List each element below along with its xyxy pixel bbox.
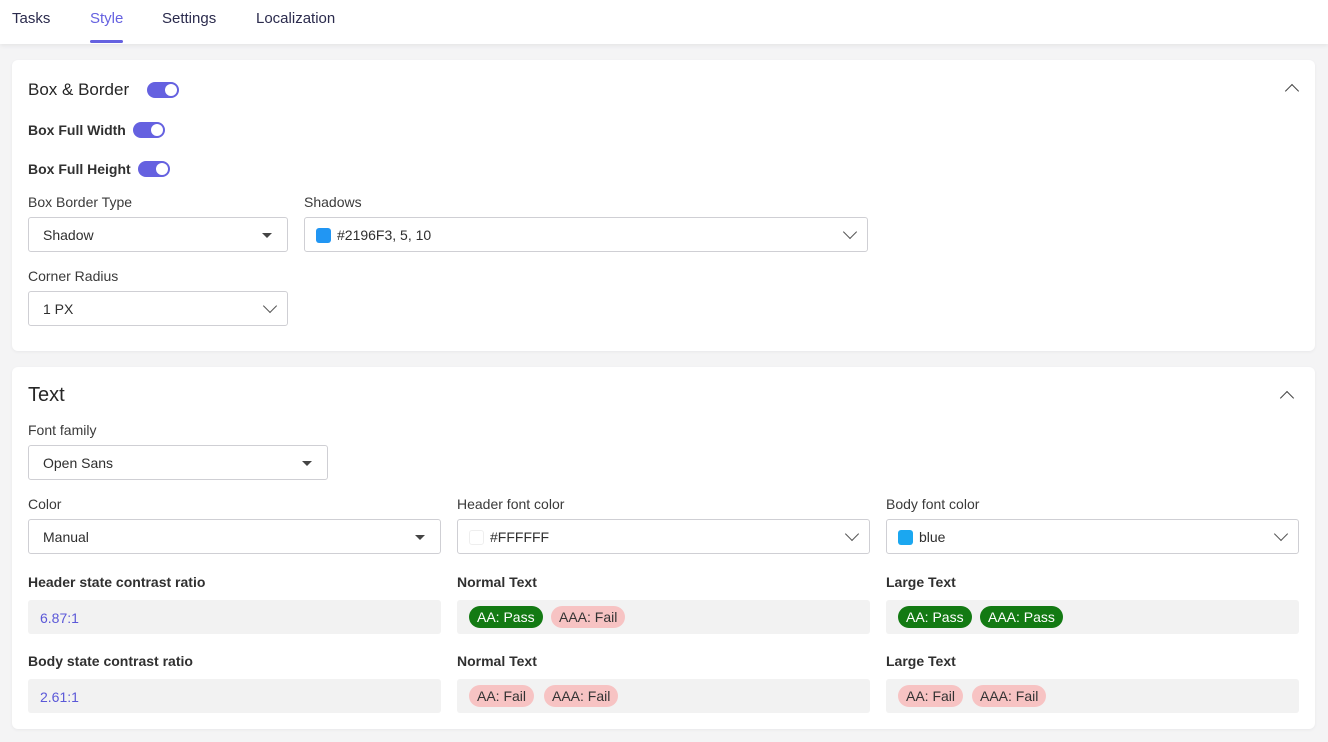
box-border-type-select[interactable]: Shadow: [28, 217, 288, 252]
caret-down-icon: [415, 535, 425, 540]
color-value: Manual: [43, 529, 89, 545]
status-badge: AAA: Fail: [551, 606, 626, 628]
corner-radius-label: Corner Radius: [28, 268, 119, 284]
top-tab-bar: Tasks Style Settings Localization: [0, 0, 1328, 44]
collapse-chevron-icon[interactable]: [1284, 83, 1300, 99]
box-border-type-value: Shadow: [43, 227, 94, 243]
box-full-height-label: Box Full Height: [28, 161, 131, 177]
header-normal-text-results: AA: Pass AAA: Fail: [457, 600, 870, 634]
header-font-color-value: #FFFFFF: [490, 529, 550, 545]
header-font-color-select[interactable]: #FFFFFF: [457, 519, 870, 554]
chevron-down-icon: [1273, 526, 1289, 542]
header-large-text-results: AA: Pass AAA: Pass: [886, 600, 1299, 634]
shadows-label: Shadows: [304, 194, 362, 210]
status-badge: AA: Pass: [469, 606, 543, 628]
header-contrast-value: 6.87:1: [40, 610, 79, 626]
corner-radius-select[interactable]: 1 PX: [28, 291, 288, 326]
box-border-title: Box & Border: [28, 80, 130, 99]
font-family-select[interactable]: Open Sans: [28, 445, 328, 480]
header-font-color-swatch: [469, 530, 484, 545]
color-select[interactable]: Manual: [28, 519, 441, 554]
status-badge: AAA: Pass: [980, 606, 1063, 628]
body-large-text-label: Large Text: [886, 653, 956, 669]
caret-down-icon: [262, 233, 272, 238]
box-full-width-toggle[interactable]: [133, 122, 165, 138]
text-title: Text: [28, 384, 65, 406]
status-badge: AA: Fail: [469, 685, 535, 707]
header-contrast-label: Header state contrast ratio: [28, 574, 206, 590]
tab-localization[interactable]: Localization: [256, 10, 335, 27]
box-border-type-label: Box Border Type: [28, 194, 133, 210]
text-card: Text Font family Open Sans Color Manual …: [12, 367, 1315, 729]
chevron-down-icon: [262, 298, 278, 314]
chevron-down-icon: [844, 526, 860, 542]
font-family-value: Open Sans: [43, 455, 114, 471]
box-full-width-label: Box Full Width: [28, 122, 126, 138]
collapse-chevron-icon[interactable]: [1279, 390, 1295, 406]
shadows-value: #2196F3, 5, 10: [337, 227, 432, 243]
tab-style[interactable]: Style: [90, 10, 123, 27]
shadows-select[interactable]: #2196F3, 5, 10: [304, 217, 868, 252]
status-badge: AA: Fail: [898, 685, 964, 707]
header-contrast-readout: 6.87:1: [28, 600, 441, 634]
status-badge: AAA: Fail: [544, 685, 619, 707]
tab-settings[interactable]: Settings: [162, 10, 216, 27]
box-border-toggle[interactable]: [147, 82, 179, 98]
body-contrast-readout: 2.61:1: [28, 679, 441, 713]
body-contrast-value: 2.61:1: [40, 689, 79, 705]
body-normal-text-label: Normal Text: [457, 653, 537, 669]
status-badge: AAA: Fail: [972, 685, 1047, 707]
color-label: Color: [28, 496, 62, 512]
corner-radius-value: 1 PX: [43, 301, 74, 317]
body-font-color-label: Body font color: [886, 496, 980, 512]
body-font-color-value: blue: [919, 529, 946, 545]
status-badge: AA: Pass: [898, 606, 972, 628]
active-tab-indicator: [90, 40, 123, 43]
tab-tasks[interactable]: Tasks: [12, 10, 50, 27]
font-family-label: Font family: [28, 422, 97, 438]
body-large-text-results: AA: Fail AAA: Fail: [886, 679, 1299, 713]
header-large-text-label: Large Text: [886, 574, 956, 590]
body-font-color-swatch: [898, 530, 913, 545]
body-contrast-label: Body state contrast ratio: [28, 653, 193, 669]
chevron-down-icon: [842, 224, 858, 240]
body-normal-text-results: AA: Fail AAA: Fail: [457, 679, 870, 713]
caret-down-icon: [302, 461, 312, 466]
shadow-color-swatch: [316, 228, 331, 243]
header-normal-text-label: Normal Text: [457, 574, 537, 590]
body-font-color-select[interactable]: blue: [886, 519, 1299, 554]
box-border-card: Box & Border Box Full Width Box Full Hei…: [12, 60, 1315, 351]
header-font-color-label: Header font color: [457, 496, 565, 512]
box-full-height-toggle[interactable]: [138, 161, 170, 177]
